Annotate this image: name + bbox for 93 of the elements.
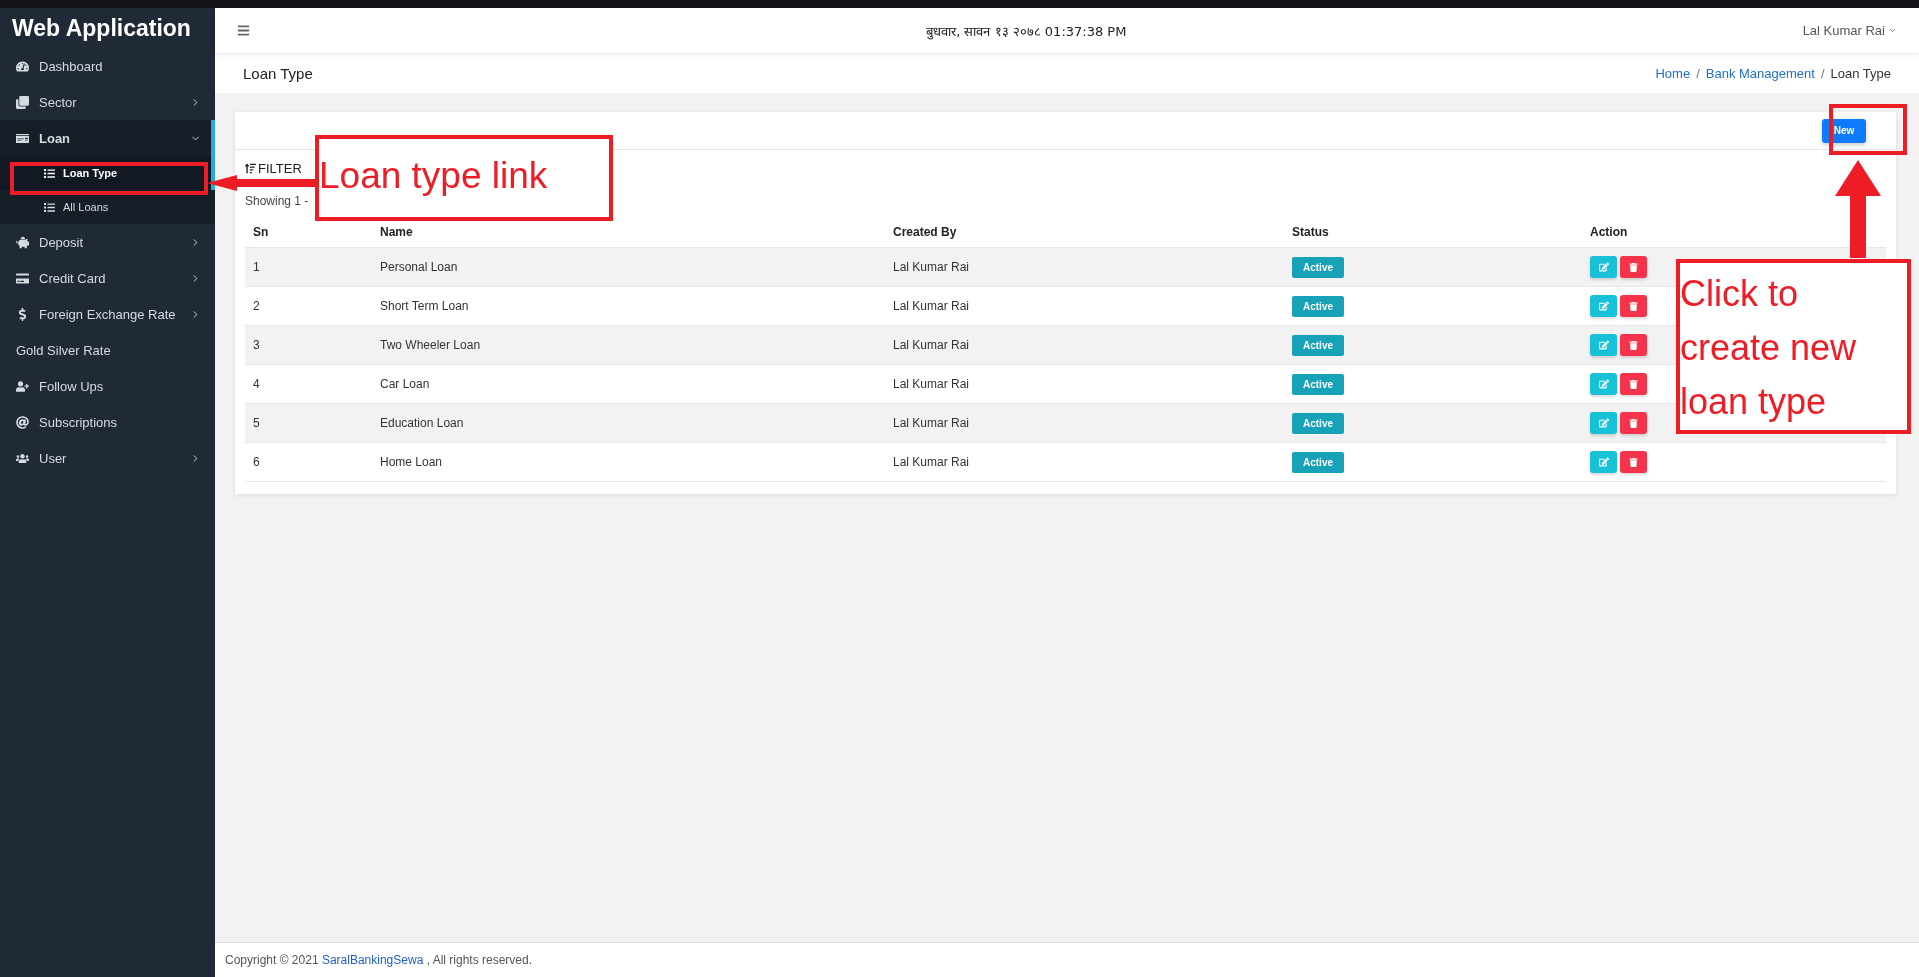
table-cell-text: Two Wheeler Loan bbox=[379, 338, 482, 352]
callout-text: Click to create new loan type bbox=[1676, 259, 1911, 434]
edit-icon bbox=[1598, 262, 1609, 272]
edit-button[interactable] bbox=[1590, 334, 1617, 356]
breadcrumb-current: Loan Type bbox=[1830, 65, 1891, 81]
sidebar-item[interactable]: Foreign Exchange Rate bbox=[0, 296, 215, 332]
table-cell-text: 5 bbox=[252, 416, 261, 430]
sidebar-item[interactable]: Dashboard bbox=[0, 48, 215, 84]
sidebar-item[interactable]: Sector bbox=[0, 84, 215, 120]
table-cell-text: 3 bbox=[252, 338, 261, 352]
table-cell-text: Lal Kumar Rai bbox=[892, 260, 971, 274]
trash-icon bbox=[1629, 457, 1638, 467]
showing-text: Showing 1 - bbox=[245, 194, 310, 208]
delete-button[interactable] bbox=[1620, 412, 1647, 434]
status-badge: Active bbox=[1292, 412, 1344, 434]
breadcrumb-link[interactable]: Bank Management bbox=[1705, 65, 1815, 81]
date-time: बुधवार, सावन १३ २०७८ 01:37:38 PM bbox=[925, 22, 1128, 40]
users-icon bbox=[16, 451, 29, 465]
copyright-text: Copyright © 2021 SaralBankingSewa , All rights reserved. bbox=[225, 953, 533, 967]
dollar-icon bbox=[16, 307, 29, 321]
edit-button[interactable] bbox=[1590, 373, 1617, 395]
sidebar-item[interactable]: Gold Silver Rate bbox=[0, 332, 215, 368]
at-icon bbox=[16, 415, 29, 429]
table-cell-text: Education Loan bbox=[379, 416, 465, 430]
edit-icon bbox=[1598, 457, 1609, 467]
edit-icon bbox=[1598, 301, 1609, 311]
trash-icon bbox=[1629, 262, 1638, 272]
edit-button[interactable] bbox=[1590, 295, 1617, 317]
trash-icon bbox=[1629, 418, 1638, 428]
status-badge: Active bbox=[1292, 373, 1344, 395]
stack-icon bbox=[16, 95, 29, 109]
column-header: Status bbox=[1291, 225, 1330, 239]
piggy-bank-icon bbox=[16, 235, 29, 249]
add-user-icon bbox=[16, 379, 29, 393]
user-menu[interactable]: Lal Kumar Rai bbox=[1802, 23, 1897, 38]
edit-button[interactable] bbox=[1590, 256, 1617, 278]
footer-link[interactable]: SaralBankingSewa bbox=[321, 953, 424, 967]
list-icon bbox=[44, 167, 55, 179]
table-cell-text: Short Term Loan bbox=[379, 299, 470, 313]
table-cell-text: Car Loan bbox=[379, 377, 431, 391]
edit-button[interactable] bbox=[1590, 412, 1617, 434]
status-badge: Active bbox=[1292, 295, 1344, 317]
edit-icon bbox=[1598, 379, 1609, 389]
table-cell-text: 4 bbox=[252, 377, 261, 391]
status-badge: Active bbox=[1292, 256, 1344, 278]
edit-icon bbox=[1598, 418, 1609, 428]
card-icon bbox=[16, 131, 29, 145]
trash-icon bbox=[1629, 379, 1638, 389]
table-cell-text: Lal Kumar Rai bbox=[892, 416, 971, 430]
status-badge: Active bbox=[1292, 451, 1344, 473]
breadcrumb-separator: / bbox=[1696, 65, 1700, 81]
delete-button[interactable] bbox=[1620, 334, 1647, 356]
sidebar-item[interactable]: Credit Card bbox=[0, 260, 215, 296]
breadcrumb-link[interactable]: Home bbox=[1655, 65, 1691, 81]
callout-text: Loan type link bbox=[315, 135, 613, 221]
column-header: Sn bbox=[252, 225, 270, 239]
edit-button[interactable] bbox=[1590, 451, 1617, 473]
app-title: Web Application bbox=[11, 13, 192, 43]
dashboard-icon bbox=[16, 59, 29, 73]
breadcrumb-separator: / bbox=[1820, 65, 1825, 81]
column-header: Created By bbox=[892, 225, 958, 239]
table-cell-text: Lal Kumar Rai bbox=[892, 338, 971, 352]
status-badge: Active bbox=[1292, 334, 1344, 356]
credit-card-icon bbox=[16, 271, 29, 285]
sidebar-item[interactable]: Subscriptions bbox=[0, 404, 215, 440]
column-header: Name bbox=[379, 225, 414, 239]
list-icon bbox=[44, 201, 55, 213]
delete-button[interactable] bbox=[1620, 295, 1647, 317]
sort-icon bbox=[245, 163, 256, 174]
table-cell-text: 2 bbox=[252, 299, 261, 313]
sidebar-item[interactable]: Follow Ups bbox=[0, 368, 215, 404]
menu-icon[interactable] bbox=[237, 24, 250, 37]
table-cell-text: Personal Loan bbox=[379, 260, 459, 274]
table-cell-text: Lal Kumar Rai bbox=[892, 455, 971, 469]
caret-icon bbox=[1888, 26, 1897, 35]
trash-icon bbox=[1629, 301, 1638, 311]
table-cell-text: 1 bbox=[252, 260, 261, 274]
column-header: Action bbox=[1589, 225, 1629, 239]
sidebar-item[interactable]: Deposit bbox=[0, 224, 215, 260]
sidebar-item[interactable]: Loan bbox=[0, 120, 215, 156]
delete-button[interactable] bbox=[1620, 256, 1647, 278]
trash-icon bbox=[1629, 340, 1638, 350]
delete-button[interactable] bbox=[1620, 373, 1647, 395]
table-cell-text: 6 bbox=[252, 455, 261, 469]
new-button[interactable]: New bbox=[1822, 118, 1866, 143]
edit-icon bbox=[1598, 340, 1609, 350]
table-cell-text: Home Loan bbox=[379, 455, 444, 469]
sidebar-item[interactable]: User bbox=[0, 440, 215, 476]
delete-button[interactable] bbox=[1620, 451, 1647, 473]
table-cell-text: Lal Kumar Rai bbox=[892, 299, 971, 313]
page-title: Loan Type bbox=[243, 64, 313, 82]
table-cell-text: Lal Kumar Rai bbox=[892, 377, 971, 391]
filter-button[interactable]: FILTER bbox=[245, 161, 302, 176]
